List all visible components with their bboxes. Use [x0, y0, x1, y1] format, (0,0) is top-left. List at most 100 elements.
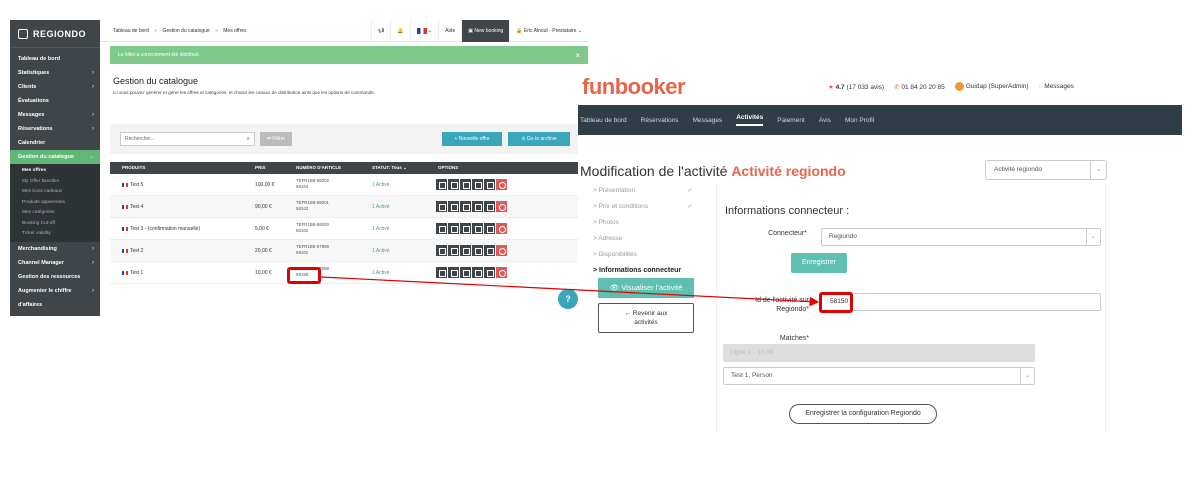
product-name[interactable]: Test 3 - (confirmation manuelle) [122, 226, 200, 232]
bell-icon[interactable]: 🔔 [390, 20, 409, 42]
step-item[interactable]: > Présentation ✓ [593, 183, 708, 199]
copy-icon[interactable] [460, 179, 471, 190]
sidebar-item[interactable]: Messages › [10, 108, 100, 122]
nav-item[interactable]: Réservations [641, 117, 679, 124]
delete-icon[interactable] [496, 245, 507, 256]
sidebar-item[interactable]: Augmenter le chiffre d'affaires › [10, 284, 100, 308]
activity-select[interactable]: Activité regiondo ⌄ [985, 160, 1107, 180]
calendar-icon[interactable] [436, 267, 447, 278]
delete-icon[interactable] [496, 223, 507, 234]
search-input[interactable]: Rechercher... ⌕ [120, 132, 255, 146]
sidebar-item[interactable]: Statistiques › [10, 66, 100, 80]
delete-icon[interactable] [496, 179, 507, 190]
help-link[interactable]: Aide [438, 20, 461, 42]
edit-icon[interactable] [448, 245, 459, 256]
calendar-icon[interactable] [436, 201, 447, 212]
view-activity-button[interactable]: 👁 Visualiser l'activité [598, 278, 694, 298]
sidebar-item[interactable]: Évaluations [10, 94, 100, 108]
regiondo-main: Tableau de bord » Gestion du catalogue »… [100, 20, 588, 316]
product-name[interactable]: Test 2 [122, 248, 143, 254]
copy-icon[interactable] [460, 223, 471, 234]
export-icon[interactable] [484, 179, 495, 190]
save-regiondo-config-button[interactable]: Enregistrer la configuration Regiondo [789, 404, 937, 424]
rating[interactable]: ★ 4.7 (17 033 avis) [828, 83, 884, 91]
subnav-item[interactable]: Booking Cut-off [10, 219, 100, 230]
sidebar-item[interactable]: Merchandising › [10, 242, 100, 256]
export-icon[interactable] [484, 245, 495, 256]
archive-button[interactable]: ⊙ Go to archive [508, 132, 570, 146]
step-item[interactable]: > Informations connecteur [593, 263, 708, 279]
edit-icon[interactable] [448, 267, 459, 278]
sidebar-item[interactable]: Gestion des ressources [10, 270, 100, 284]
export-icon[interactable] [484, 267, 495, 278]
sidebar-item-label: Clients [18, 84, 37, 90]
step-item[interactable]: > Photos [593, 215, 708, 231]
copy-icon[interactable] [460, 267, 471, 278]
calendar-icon[interactable] [436, 223, 447, 234]
view-icon[interactable] [472, 179, 483, 190]
view-icon[interactable] [472, 245, 483, 256]
delete-icon[interactable] [496, 201, 507, 212]
subnav-item[interactable]: Mes catégories [10, 208, 100, 219]
help-fab-button[interactable]: ? [558, 289, 578, 309]
save-button[interactable]: Enregistrer [791, 253, 847, 273]
product-name[interactable]: Test 5 [122, 182, 143, 188]
regiondo-id-input[interactable]: 58150 [821, 293, 1101, 311]
delete-icon[interactable] [496, 267, 507, 278]
nav-item[interactable]: Avis [819, 117, 831, 124]
copy-icon[interactable] [460, 201, 471, 212]
phone-link[interactable]: ✆ 01 84 20 20 85 [894, 83, 945, 91]
breadcrumb-dashboard[interactable]: Tableau de bord [113, 28, 149, 34]
product-name[interactable]: Test 4 [122, 204, 143, 210]
step-item[interactable]: > Prix et conditions ✓ [593, 199, 708, 215]
view-icon[interactable] [472, 267, 483, 278]
step-item[interactable]: > Adresse [593, 231, 708, 247]
subnav-item[interactable]: Produits apparentés [10, 198, 100, 209]
matches-select[interactable]: Test 1, Person ⌄ [723, 367, 1035, 385]
view-icon[interactable] [472, 223, 483, 234]
subnav-item[interactable]: My Offer Bundles [10, 177, 100, 188]
subnav-item[interactable]: Ticket validity [10, 229, 100, 240]
sidebar-item[interactable]: Tableau de bord [10, 52, 100, 66]
export-icon[interactable] [484, 201, 495, 212]
nav-item[interactable]: Messages [693, 117, 723, 124]
step-item[interactable]: > Disponibilités [593, 247, 708, 263]
language-select[interactable]: ⌄ [409, 20, 439, 42]
messages-link[interactable]: ◌ Messages [1039, 83, 1074, 90]
breadcrumb-catalogue[interactable]: Gestion du catalogue [162, 28, 209, 34]
connector-select[interactable]: Regiondo ⌄ [821, 228, 1101, 246]
regiondo-logo[interactable]: REGIONDO [10, 20, 100, 48]
calendar-icon[interactable] [436, 179, 447, 190]
subnav-item[interactable]: Mes offres [10, 166, 100, 177]
french-flag-icon [122, 270, 128, 275]
filter-button[interactable]: ⇄ Filtrer [260, 132, 292, 146]
product-name[interactable]: Test 1 [122, 270, 143, 276]
funbooker-logo[interactable]: funbooker [582, 74, 686, 100]
user-menu[interactable]: Guidap (SuperAdmin) [954, 82, 1029, 91]
nav-item[interactable]: Activités [736, 114, 764, 126]
nav-item[interactable]: Paiement [777, 117, 804, 124]
edit-icon[interactable] [448, 179, 459, 190]
edit-icon[interactable] [448, 201, 459, 212]
sidebar-item[interactable]: Clients › [10, 80, 100, 94]
nav-item[interactable]: Mon Profil [845, 117, 874, 124]
edit-icon[interactable] [448, 223, 459, 234]
export-icon[interactable] [484, 223, 495, 234]
calendar-icon[interactable] [436, 245, 447, 256]
subnav-item[interactable]: Mes bons cadeaux [10, 187, 100, 198]
back-to-activities-button[interactable]: ← Revenir aux activités [598, 303, 694, 333]
copy-icon[interactable] [460, 245, 471, 256]
sidebar-item[interactable]: Calendrier [10, 136, 100, 150]
user-menu[interactable]: 🔒 Eric Alnouf · Prestataire ⌄ [509, 20, 588, 42]
view-icon[interactable] [472, 201, 483, 212]
new-booking-button[interactable]: ▣ New booking [461, 20, 510, 42]
sidebar-item[interactable]: Channel Manager › [10, 256, 100, 270]
user-name: Guidap (SuperAdmin) [965, 83, 1029, 91]
nav-item[interactable]: Tableau de bord [580, 117, 627, 124]
megaphone-icon[interactable]: 📢 [371, 20, 390, 42]
sidebar-item[interactable]: Réservations › [10, 122, 100, 136]
close-icon[interactable]: × [575, 51, 580, 60]
sidebar-item[interactable]: Gestion du catalogue ⌄ [10, 150, 100, 164]
column-status[interactable]: STATUT: Tous ⌄ [372, 165, 407, 171]
new-offer-button[interactable]: + Nouvelle offre [442, 132, 502, 146]
